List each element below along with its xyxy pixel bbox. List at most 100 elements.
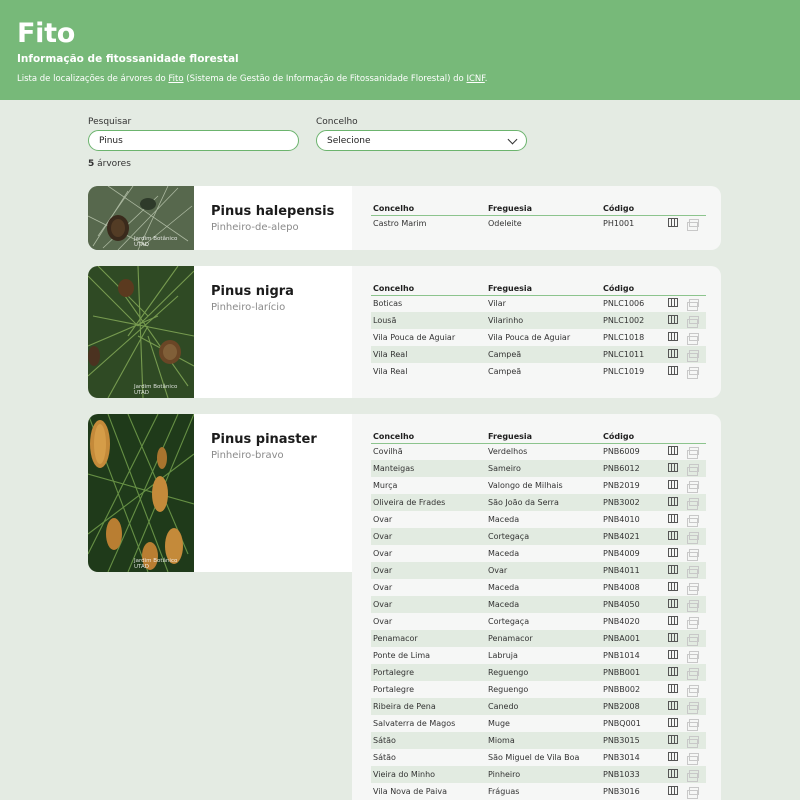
copy-cell — [684, 749, 706, 766]
copy-icon[interactable] — [687, 349, 699, 362]
map-icon[interactable] — [668, 633, 678, 642]
copy-icon[interactable] — [687, 701, 699, 714]
map-icon[interactable] — [668, 684, 678, 693]
map-icon[interactable] — [668, 514, 678, 523]
map-icon[interactable] — [668, 582, 678, 591]
cell-codigo: PNB6009 — [603, 447, 640, 457]
copy-icon[interactable] — [687, 616, 699, 629]
map-cell — [666, 698, 684, 715]
copy-icon[interactable] — [687, 366, 699, 379]
fito-link[interactable]: Fito — [168, 74, 183, 84]
table-row: Castro Marim Odeleite PH1001 — [371, 215, 706, 232]
map-icon[interactable] — [668, 650, 678, 659]
search-input[interactable] — [88, 130, 299, 151]
copy-icon[interactable] — [687, 769, 699, 782]
copy-icon[interactable] — [687, 463, 699, 476]
copy-icon[interactable] — [687, 684, 699, 697]
map-icon[interactable] — [668, 786, 678, 795]
species-scientific-name[interactable]: Pinus nigra — [211, 284, 352, 299]
copy-icon[interactable] — [687, 599, 699, 612]
column-header-blank — [684, 431, 706, 444]
map-icon[interactable] — [668, 701, 678, 710]
copy-icon[interactable] — [687, 752, 699, 765]
copy-icon[interactable] — [687, 514, 699, 527]
map-icon[interactable] — [668, 332, 678, 341]
copy-cell — [684, 545, 706, 562]
cell-concelho: Ovar — [373, 549, 393, 558]
copy-icon[interactable] — [687, 650, 699, 663]
copy-icon[interactable] — [687, 548, 699, 561]
concelho-label: Concelho — [316, 117, 358, 127]
map-icon[interactable] — [668, 480, 678, 489]
map-icon[interactable] — [668, 531, 678, 540]
concelho-select[interactable]: Selecione — [316, 130, 527, 151]
map-cell — [666, 477, 684, 494]
cell-codigo: PNB3002 — [601, 494, 666, 511]
species-scientific-name[interactable]: Pinus pinaster — [211, 432, 352, 447]
copy-cell — [684, 766, 706, 783]
cell-codigo: PNB3016 — [603, 787, 640, 796]
table-row: Manteigas Sameiro PNB6012 — [371, 460, 706, 477]
map-icon[interactable] — [668, 565, 678, 574]
map-icon[interactable] — [668, 463, 678, 472]
map-icon[interactable] — [668, 599, 678, 608]
cell-freguesia: Canedo — [486, 698, 601, 715]
copy-icon[interactable] — [687, 531, 699, 544]
copy-icon[interactable] — [687, 718, 699, 731]
map-icon[interactable] — [668, 769, 678, 778]
cell-freguesia: Labruja — [488, 651, 518, 660]
cell-codigo: PNLC1018 — [603, 333, 645, 342]
table-row: Sátão Mioma PNB3015 — [371, 732, 706, 749]
cell-concelho: Vila Pouca de Aguiar — [373, 333, 456, 342]
cell-concelho: Lousã — [371, 312, 486, 329]
copy-icon[interactable] — [687, 565, 699, 578]
map-icon[interactable] — [668, 548, 678, 557]
desc-text: Lista de localizações de árvores do — [17, 74, 169, 84]
map-icon[interactable] — [668, 446, 678, 456]
map-icon[interactable] — [668, 735, 678, 744]
cell-freguesia: Maceda — [488, 549, 520, 558]
cell-freguesia: São João da Serra — [486, 494, 601, 511]
cell-codigo: PNB4010 — [603, 515, 640, 524]
copy-icon[interactable] — [687, 735, 699, 748]
map-icon[interactable] — [668, 366, 678, 375]
copy-icon[interactable] — [687, 480, 699, 493]
map-icon[interactable] — [668, 667, 678, 676]
icnf-link[interactable]: ICNF — [466, 74, 484, 84]
column-header-blank — [666, 431, 684, 444]
copy-icon[interactable] — [687, 633, 699, 646]
map-icon[interactable] — [668, 616, 678, 625]
map-icon[interactable] — [668, 497, 678, 506]
table-header-row: Concelho Freguesia Código — [371, 203, 706, 216]
copy-icon[interactable] — [687, 218, 699, 231]
copy-icon[interactable] — [687, 582, 699, 595]
species-scientific-name[interactable]: Pinus halepensis — [211, 204, 352, 219]
map-icon[interactable] — [668, 718, 678, 727]
cell-codigo: PNB1014 — [603, 651, 640, 660]
copy-icon[interactable] — [687, 667, 699, 680]
copy-cell — [684, 363, 706, 380]
table-row: Murça Valongo de Milhais PNB2019 — [371, 477, 706, 494]
map-icon[interactable] — [668, 349, 678, 358]
copy-icon[interactable] — [687, 786, 699, 799]
copy-icon[interactable] — [687, 497, 699, 510]
copy-icon[interactable] — [687, 315, 699, 328]
copy-icon[interactable] — [687, 332, 699, 345]
map-icon[interactable] — [668, 315, 678, 324]
cell-freguesia: Valongo de Milhais — [488, 481, 563, 490]
cell-codigo: PNBB002 — [603, 685, 641, 694]
copy-icon[interactable] — [687, 298, 699, 311]
site-title[interactable]: Fito — [17, 18, 783, 50]
locations-table: Concelho Freguesia Código Covilhã Verdelh… — [371, 431, 706, 800]
table-header-row: Concelho Freguesia Código — [371, 431, 706, 444]
cell-freguesia: Muge — [488, 719, 510, 728]
copy-icon[interactable] — [687, 446, 699, 459]
cell-concelho: Vila Nova de Paiva — [373, 787, 448, 796]
map-icon[interactable] — [668, 752, 678, 761]
table-header-row: Concelho Freguesia Código — [371, 283, 706, 296]
cell-codigo: PNB4021 — [601, 528, 666, 545]
map-icon[interactable] — [668, 218, 678, 228]
copy-cell — [684, 647, 706, 664]
map-icon[interactable] — [668, 298, 678, 308]
map-cell — [666, 312, 684, 329]
